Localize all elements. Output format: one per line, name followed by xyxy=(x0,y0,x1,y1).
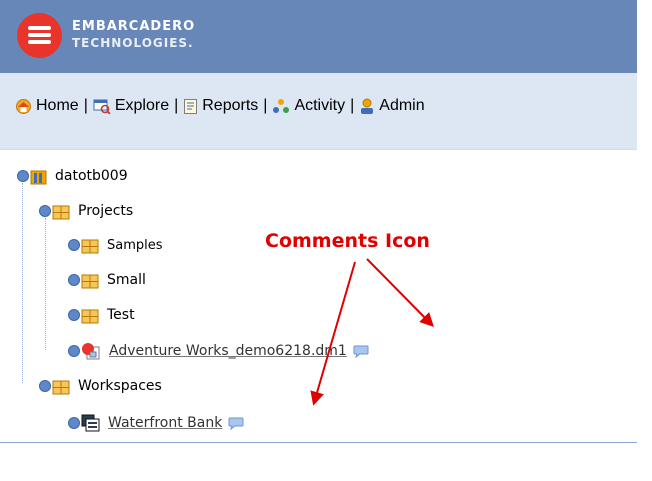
arrow-to-waterfront-comment xyxy=(310,261,356,406)
arrow-to-model-comment xyxy=(366,258,434,327)
annotation-arrows xyxy=(310,258,434,406)
